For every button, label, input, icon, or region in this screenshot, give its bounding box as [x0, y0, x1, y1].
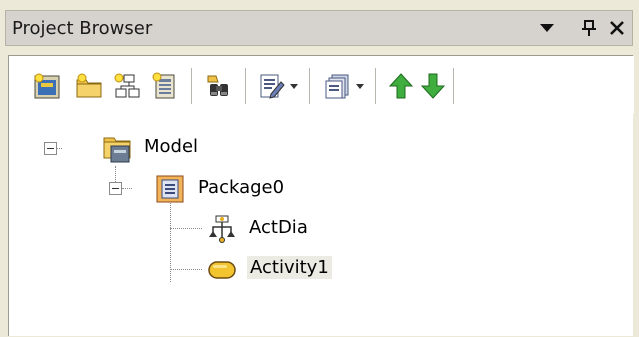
edit-document-icon[interactable] — [255, 70, 287, 102]
toolbar-separator — [453, 68, 454, 104]
tree-connector — [170, 269, 202, 270]
edit-dropdown-arrow-icon[interactable] — [289, 84, 299, 90]
dropdown-menu-icon[interactable] — [538, 17, 556, 39]
close-icon[interactable] — [608, 17, 626, 39]
tree-node-label[interactable]: Package0 — [195, 176, 287, 199]
new-model-icon[interactable] — [31, 70, 63, 102]
new-element-icon[interactable] — [149, 70, 181, 102]
activity-icon — [207, 257, 237, 287]
new-package-icon[interactable] — [73, 70, 105, 102]
tree-connector — [122, 188, 132, 189]
toolbar — [9, 56, 634, 114]
window-title: Project Browser — [12, 18, 153, 39]
toolbar-separator — [245, 68, 246, 104]
project-browser-panel: Model Package0 ActDia Activity1 — [8, 55, 634, 337]
tree-node-label[interactable]: ActDia — [246, 216, 311, 239]
model-expander[interactable] — [44, 142, 57, 155]
package-icon — [155, 174, 185, 208]
tree-node-label-selected[interactable]: Activity1 — [247, 256, 332, 279]
tree-connector — [170, 228, 202, 229]
documentation-dropdown-arrow-icon[interactable] — [355, 84, 365, 90]
title-bar[interactable]: Project Browser — [5, 10, 633, 46]
project-tree: Model Package0 ActDia Activity1 — [9, 114, 634, 337]
tree-node-label[interactable]: Model — [141, 135, 201, 158]
toolbar-separator — [309, 68, 310, 104]
find-binoculars-icon[interactable] — [203, 70, 235, 102]
project-browser-window: Project Browser Model Package0 ActDia Ac… — [0, 0, 639, 336]
toolbar-separator — [375, 68, 376, 104]
move-up-icon[interactable] — [385, 70, 417, 102]
new-diagram-icon[interactable] — [111, 70, 143, 102]
model-icon — [102, 132, 134, 168]
toolbar-separator — [191, 68, 192, 104]
move-down-icon[interactable] — [417, 70, 449, 102]
documentation-icon[interactable] — [321, 70, 353, 102]
activity-diagram-icon — [207, 214, 237, 248]
pin-icon[interactable] — [580, 17, 598, 39]
package-expander[interactable] — [109, 182, 122, 195]
